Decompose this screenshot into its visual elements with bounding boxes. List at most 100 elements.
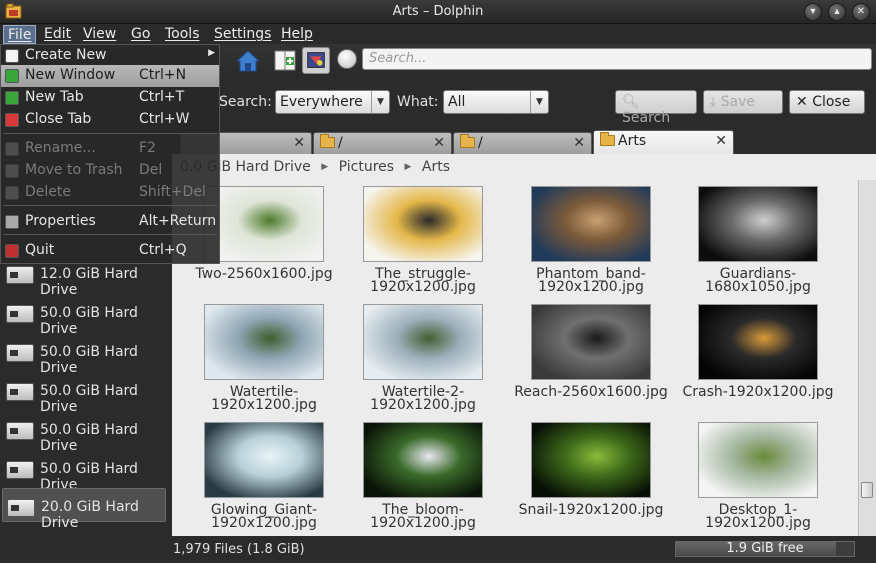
- search-input[interactable]: Search...: [362, 48, 872, 70]
- image-thumbnail: [204, 186, 324, 262]
- file-menu-item-new-window[interactable]: New Window Ctrl+N: [1, 65, 219, 87]
- image-thumbnail: [531, 422, 651, 498]
- search-what-label: What:: [397, 94, 439, 110]
- file-menu-item-close-tab[interactable]: Close Tab Ctrl+W: [1, 109, 219, 131]
- menu-item-shortcut: Shift+Del: [139, 184, 206, 200]
- menu-view[interactable]: View: [79, 25, 120, 44]
- search-what-value: All: [448, 94, 466, 110]
- hard-drive-icon: [7, 499, 35, 517]
- breadcrumb-pictures[interactable]: Pictures: [339, 159, 394, 175]
- tab-2[interactable]: / ✕: [313, 132, 452, 154]
- menu-item-shortcut: Ctrl+T: [139, 89, 185, 105]
- breadcrumb-arts[interactable]: Arts: [422, 159, 450, 175]
- search-button[interactable]: 🔍︎ Search: [615, 90, 697, 126]
- image-thumbnail: [363, 422, 483, 498]
- file-menu-item-rename[interactable]: Rename... F2: [1, 138, 219, 160]
- places-item-label: 50.0 GiB Hard Drive: [40, 383, 138, 415]
- file-menu-item-quit[interactable]: Quit Ctrl+Q: [1, 240, 219, 262]
- minimize-button[interactable]: ▾: [804, 3, 822, 21]
- menu-settings[interactable]: Settings: [210, 25, 275, 44]
- quit-icon: [5, 244, 19, 258]
- file-item[interactable]: Crash-1920x1200.jpg: [674, 304, 842, 399]
- search-scope-combo[interactable]: Everywhere ▼: [275, 90, 390, 114]
- file-name: Two-2560x1600.jpg: [195, 266, 333, 282]
- file-item[interactable]: Watertile-1920x1200.jpg: [180, 304, 348, 412]
- menu-separator: [3, 133, 217, 134]
- file-menu-item-properties[interactable]: Properties Alt+Return: [1, 211, 219, 233]
- places-item-hard-drive[interactable]: 20.0 GiB Hard Drive: [2, 488, 166, 531]
- file-item[interactable]: The_struggle-1920x1200.jpg: [339, 186, 507, 294]
- vertical-scrollbar[interactable]: [858, 180, 876, 536]
- file-menu-item-create-new[interactable]: Create New ▶: [1, 45, 219, 67]
- window-new-icon: [5, 69, 19, 83]
- close-window-button[interactable]: ✕: [852, 3, 870, 21]
- search-scope-label: Search:: [219, 94, 272, 110]
- scrollbar-handle[interactable]: [861, 482, 873, 498]
- tab-label: /: [338, 135, 343, 151]
- menu-item-shortcut: Ctrl+Q: [139, 242, 187, 258]
- places-item-label: 50.0 GiB Hard Drive: [40, 344, 138, 376]
- search-scope-value: Everywhere: [280, 94, 363, 110]
- preview-toggle-icon[interactable]: [302, 47, 330, 74]
- places-item-hard-drive[interactable]: 50.0 GiB Hard Drive: [2, 295, 166, 337]
- file-item[interactable]: Guardians-1680x1050.jpg: [674, 186, 842, 294]
- menu-edit[interactable]: Edit: [40, 25, 75, 44]
- maximize-button[interactable]: ▴: [828, 3, 846, 21]
- submenu-arrow-icon: ▶: [208, 48, 215, 58]
- free-space-label: 1.9 GiB free: [726, 541, 804, 556]
- rename-icon: [5, 142, 19, 156]
- file-item[interactable]: Desktop_1-1920x1200.jpg: [674, 422, 842, 530]
- home-icon[interactable]: [234, 47, 262, 74]
- file-name: The_bloom-1920x1200.jpg: [370, 502, 476, 531]
- save-button[interactable]: ⤓ Save: [703, 90, 783, 114]
- close-tab-icon[interactable]: ✕: [433, 135, 445, 151]
- split-view-icon[interactable]: [271, 47, 299, 74]
- menu-tools[interactable]: Tools: [161, 25, 204, 44]
- image-thumbnail: [698, 186, 818, 262]
- hard-drive-icon: [6, 422, 34, 440]
- file-name: Reach-2560x1600.jpg: [514, 384, 668, 400]
- places-item-label: 12.0 GiB Hard Drive: [40, 266, 138, 298]
- tab-label: Arts: [618, 133, 647, 149]
- places-item-hard-drive[interactable]: 50.0 GiB Hard Drive: [2, 373, 166, 415]
- save-icon: ⤓: [710, 94, 717, 110]
- close-button-label: Close: [812, 94, 851, 110]
- menu-go[interactable]: Go: [127, 25, 154, 44]
- close-tab-icon[interactable]: ✕: [715, 133, 727, 149]
- hard-drive-icon: [6, 305, 34, 323]
- hard-drive-icon: [6, 461, 34, 479]
- search-option-icon[interactable]: [337, 49, 357, 69]
- file-item[interactable]: Phantom_band-1920x1200.jpg: [507, 186, 675, 294]
- file-view[interactable]: Two-2560x1600.jpg The_struggle-1920x1200.…: [172, 180, 858, 536]
- tab-label: /: [478, 135, 483, 151]
- tab-3[interactable]: / ✕: [453, 132, 592, 154]
- file-item[interactable]: Watertile-2-1920x1200.jpg: [339, 304, 507, 412]
- hard-drive-icon: [6, 266, 34, 284]
- places-item-hard-drive[interactable]: 50.0 GiB Hard Drive: [2, 412, 166, 454]
- file-item[interactable]: Reach-2560x1600.jpg: [507, 304, 675, 399]
- file-item[interactable]: The_bloom-1920x1200.jpg: [339, 422, 507, 530]
- close-tab-icon[interactable]: ✕: [293, 135, 305, 151]
- file-menu-item-new-tab[interactable]: New Tab Ctrl+T: [1, 87, 219, 109]
- close-search-button[interactable]: ✕ Close: [789, 90, 865, 114]
- places-item-hard-drive[interactable]: 50.0 GiB Hard Drive: [2, 451, 166, 493]
- tab-close-icon: [5, 113, 19, 127]
- file-menu-item-move-to-trash[interactable]: Move to Trash Del: [1, 160, 219, 182]
- menu-help[interactable]: Help: [277, 25, 317, 44]
- file-name: Phantom_band-1920x1200.jpg: [536, 266, 646, 295]
- menu-separator: [3, 205, 217, 206]
- places-item-hard-drive[interactable]: 50.0 GiB Hard Drive: [2, 334, 166, 376]
- file-name: Crash-1920x1200.jpg: [682, 384, 834, 400]
- tab-arts[interactable]: Arts ✕: [593, 130, 734, 154]
- menu-file[interactable]: File: [3, 25, 37, 44]
- search-what-combo[interactable]: All ▼: [443, 90, 549, 114]
- menu-item-label: Move to Trash: [25, 162, 123, 178]
- breadcrumb-separator-icon: ▶: [404, 162, 412, 172]
- close-tab-icon[interactable]: ✕: [573, 135, 585, 151]
- file-menu-item-delete[interactable]: Delete Shift+Del: [1, 182, 219, 204]
- image-thumbnail: [698, 422, 818, 498]
- menu-separator: [3, 234, 217, 235]
- file-item[interactable]: Snail-1920x1200.jpg: [507, 422, 675, 517]
- file-item[interactable]: Glowing_Giant-1920x1200.jpg: [180, 422, 348, 530]
- places-item-label: 50.0 GiB Hard Drive: [40, 305, 138, 337]
